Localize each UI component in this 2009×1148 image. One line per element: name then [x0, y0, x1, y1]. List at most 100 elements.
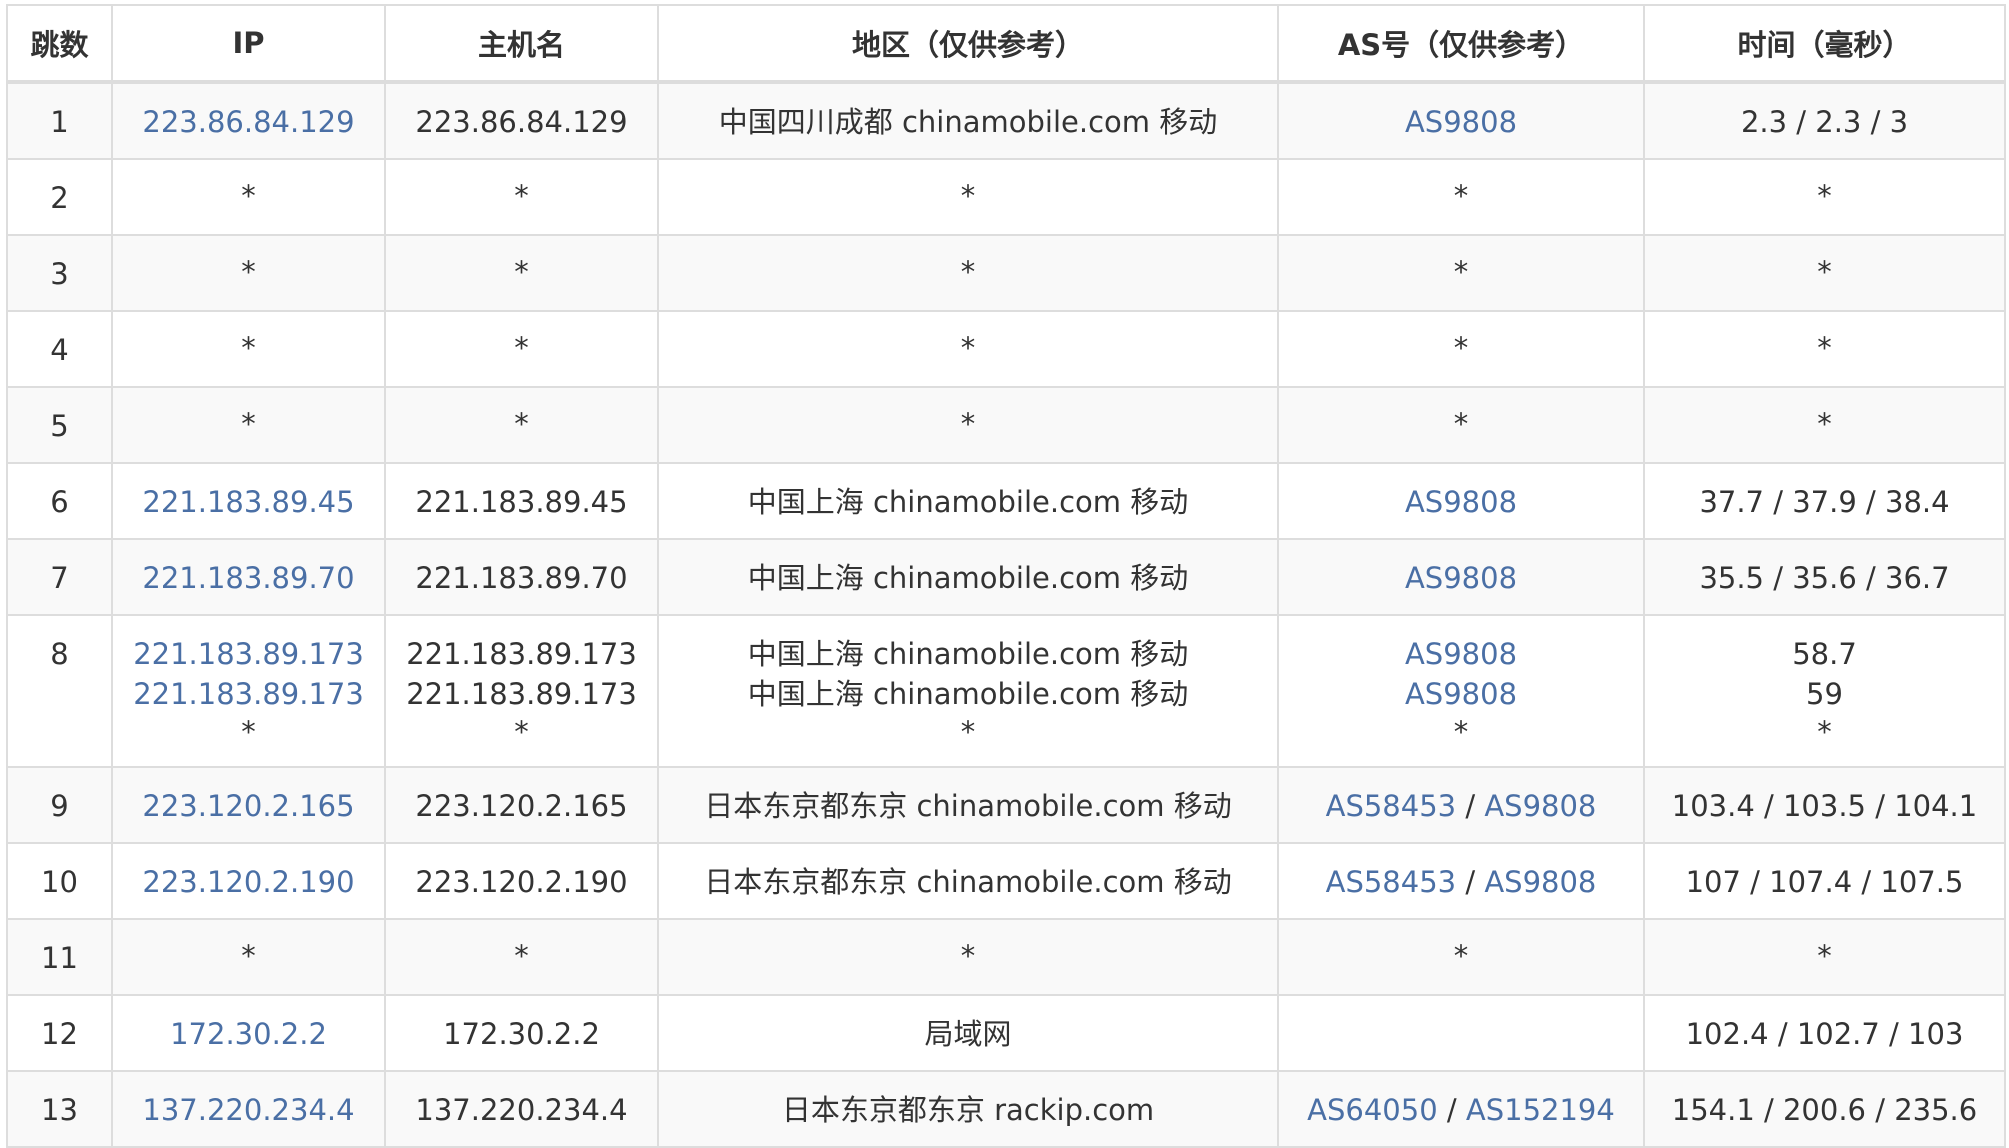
- header-region[interactable]: 地区（仅供参考）: [657, 4, 1279, 84]
- cell-region: 日本东京都东京 chinamobile.com 移动: [657, 766, 1279, 844]
- ip-link[interactable]: 221.183.89.173: [113, 674, 384, 714]
- empty-marker: *: [1817, 407, 1832, 441]
- cell-ip: *: [111, 918, 386, 996]
- table-row: 7 221.183.89.70 221.183.89.70 中国上海 chinamob…: [6, 538, 2006, 616]
- header-host[interactable]: 主机名: [384, 4, 659, 84]
- as-link[interactable]: AS9808: [1405, 485, 1517, 519]
- empty-marker: *: [514, 255, 529, 289]
- empty-marker: *: [514, 715, 529, 749]
- as-line: AS9808: [1279, 674, 1643, 714]
- empty-marker: *: [960, 179, 976, 213]
- header-ip[interactable]: IP: [111, 4, 386, 84]
- cell-time: *: [1643, 386, 2006, 464]
- cell-ip: *: [111, 234, 386, 312]
- cell-region: *: [657, 234, 1279, 312]
- cell-hop: 8: [6, 614, 113, 768]
- as-link[interactable]: AS9808: [1405, 561, 1517, 595]
- ip-link[interactable]: 137.220.234.4: [113, 1090, 384, 1130]
- cell-time: 58.7 59 *: [1643, 614, 2006, 768]
- cell-as: *: [1277, 918, 1645, 996]
- cell-region: 中国四川成都 chinamobile.com 移动: [657, 81, 1279, 160]
- cell-host: 221.183.89.173 221.183.89.173 *: [384, 614, 659, 768]
- host-text: 221.183.89.45: [415, 485, 628, 519]
- cell-region: 中国上海 chinamobile.com 移动 中国上海 chinamobile.…: [657, 614, 1279, 768]
- time-text: 107 / 107.4 / 107.5: [1685, 865, 1964, 899]
- hop-number: 5: [50, 409, 69, 443]
- cell-ip: 221.183.89.70: [111, 538, 386, 616]
- empty-marker: *: [1817, 255, 1832, 289]
- ip-link[interactable]: 221.183.89.70: [113, 558, 384, 598]
- table-row: 1 223.86.84.129 223.86.84.129 中国四川成都 chinam…: [6, 81, 2006, 160]
- as-link[interactable]: AS9808: [1484, 865, 1596, 899]
- header-hop[interactable]: 跳数: [6, 4, 113, 84]
- cell-host: *: [384, 386, 659, 464]
- empty-marker: *: [514, 331, 529, 365]
- table-row: 11 * * * * *: [6, 918, 2006, 996]
- cell-host: 223.120.2.190: [384, 842, 659, 920]
- as-link[interactable]: AS58453: [1326, 865, 1457, 899]
- empty-marker: *: [960, 407, 976, 441]
- host-text: 172.30.2.2: [443, 1017, 600, 1051]
- cell-as: *: [1277, 386, 1645, 464]
- cell-hop: 10: [6, 842, 113, 920]
- empty-marker: *: [960, 715, 976, 749]
- empty-marker: *: [1453, 179, 1469, 213]
- hop-number: 12: [41, 1017, 78, 1051]
- as-line: AS9808: [1279, 102, 1643, 142]
- cell-hop: 6: [6, 462, 113, 540]
- host-text: 223.120.2.190: [415, 865, 628, 899]
- cell-hop: 11: [6, 918, 113, 996]
- table-body: 1 223.86.84.129 223.86.84.129 中国四川成都 chinam…: [6, 81, 2006, 1148]
- empty-marker: *: [1453, 407, 1469, 441]
- hop-number: 1: [50, 105, 69, 139]
- table-row: 9 223.120.2.165 223.120.2.165 日本东京都东京 china…: [6, 766, 2006, 844]
- empty-marker: *: [1817, 179, 1832, 213]
- cell-host: 137.220.234.4: [384, 1070, 659, 1148]
- cell-hop: 4: [6, 310, 113, 388]
- empty-marker: *: [960, 939, 976, 973]
- as-link[interactable]: AS9808: [1405, 637, 1517, 671]
- region-text: 中国上海 chinamobile.com 移动: [747, 485, 1189, 519]
- empty-marker: *: [1453, 939, 1469, 973]
- as-link[interactable]: AS58453: [1326, 789, 1457, 823]
- ip-link[interactable]: 221.183.89.45: [113, 482, 384, 522]
- cell-hop: 13: [6, 1070, 113, 1148]
- cell-hop: 1: [6, 81, 113, 160]
- cell-host: 221.183.89.45: [384, 462, 659, 540]
- table-row: 10 223.120.2.190 223.120.2.190 日本东京都东京 chin…: [6, 842, 2006, 920]
- ip-link[interactable]: 223.120.2.190: [113, 862, 384, 902]
- hop-number: 2: [50, 181, 69, 215]
- table-row: 12 172.30.2.2 172.30.2.2 局域网 102.4 / 102.7 …: [6, 994, 2006, 1072]
- as-link[interactable]: AS9808: [1405, 105, 1517, 139]
- empty-marker: *: [514, 407, 529, 441]
- time-text: 154.1 / 200.6 / 235.6: [1671, 1093, 1978, 1127]
- table-row: 4 * * * * *: [6, 310, 2006, 388]
- as-separator: /: [1465, 789, 1476, 823]
- ip-link[interactable]: 172.30.2.2: [113, 1014, 384, 1054]
- table-row: 6 221.183.89.45 221.183.89.45 中国上海 chinamob…: [6, 462, 2006, 540]
- cell-as: AS9808 AS9808 *: [1277, 614, 1645, 768]
- cell-time: 2.3 / 2.3 / 3: [1643, 81, 2006, 160]
- ip-link[interactable]: 223.86.84.129: [113, 102, 384, 142]
- cell-host: 223.120.2.165: [384, 766, 659, 844]
- as-separator: /: [1446, 1093, 1457, 1127]
- as-link[interactable]: AS152194: [1466, 1093, 1615, 1127]
- cell-as: AS9808: [1277, 462, 1645, 540]
- header-row: 跳数 IP 主机名 地区（仅供参考） AS号（仅供参考） 时间（毫秒）: [6, 4, 2006, 84]
- header-time[interactable]: 时间（毫秒）: [1643, 4, 2006, 84]
- as-link[interactable]: AS9808: [1484, 789, 1596, 823]
- as-link[interactable]: AS9808: [1405, 677, 1517, 711]
- header-as[interactable]: AS号（仅供参考）: [1277, 4, 1645, 84]
- as-line: *: [1279, 176, 1643, 216]
- as-line: *: [1279, 252, 1643, 292]
- as-line: AS58453 / AS9808: [1279, 786, 1643, 826]
- empty-marker: *: [1817, 715, 1832, 749]
- as-link[interactable]: AS64050: [1307, 1093, 1438, 1127]
- ip-link[interactable]: 223.120.2.165: [113, 786, 384, 826]
- hop-number: 4: [50, 333, 69, 367]
- region-text: 中国上海 chinamobile.com 移动: [747, 677, 1189, 711]
- cell-ip: 223.120.2.165: [111, 766, 386, 844]
- cell-time: 35.5 / 35.6 / 36.7: [1643, 538, 2006, 616]
- cell-region: 局域网: [657, 994, 1279, 1072]
- ip-link[interactable]: 221.183.89.173: [113, 634, 384, 674]
